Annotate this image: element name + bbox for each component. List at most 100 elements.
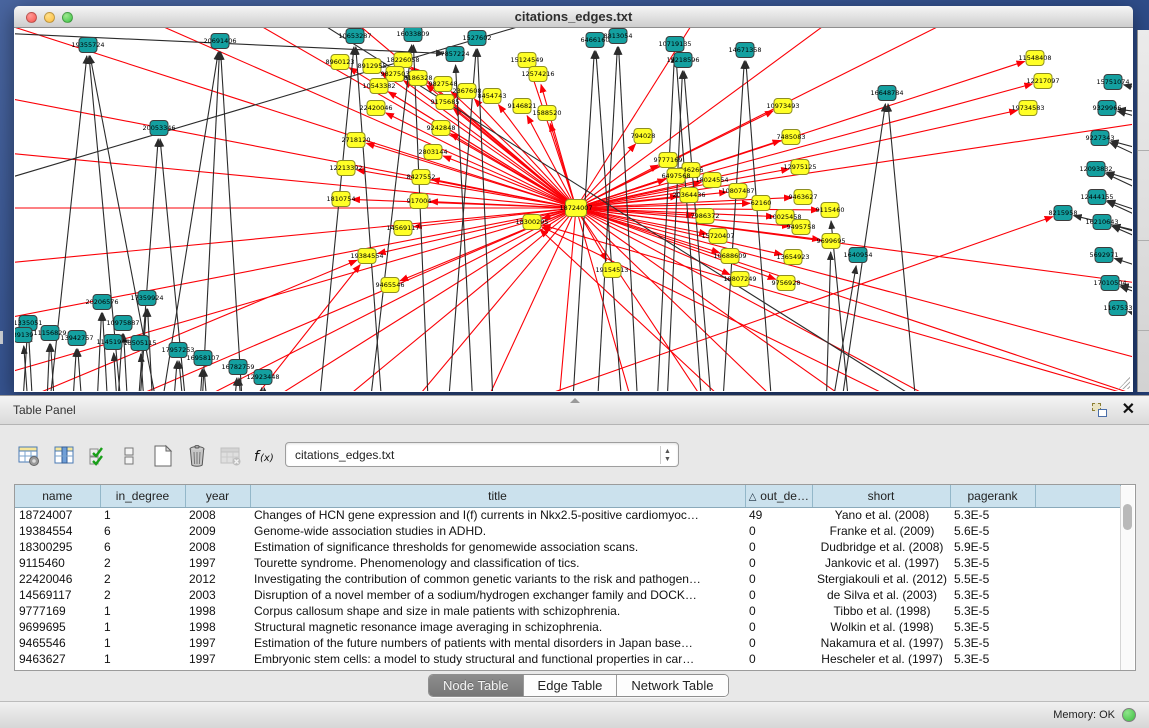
- window-titlebar[interactable]: citations_edges.txt: [14, 6, 1133, 28]
- table-cell[interactable]: 0: [745, 571, 812, 587]
- table-cell[interactable]: 5.6E-5: [950, 523, 1035, 539]
- table-cell[interactable]: 2008: [185, 539, 250, 555]
- table-row[interactable]: 946362711997Embryonic stem cells: a mode…: [15, 651, 1120, 667]
- memory-status-indicator[interactable]: [1122, 708, 1136, 722]
- table-cell[interactable]: Embryonic stem cells: a model to study s…: [250, 651, 745, 667]
- table-cell[interactable]: Stergiakouli et al. (2012): [812, 571, 950, 587]
- table-cell[interactable]: [1035, 507, 1120, 523]
- graph-node-9242848[interactable]: 9242848: [427, 121, 456, 136]
- table-cell[interactable]: 1: [100, 651, 185, 667]
- table-cell[interactable]: 1998: [185, 619, 250, 635]
- graph-node-39139[interactable]: 39139: [15, 328, 33, 343]
- float-panel-icon[interactable]: [1092, 403, 1107, 417]
- table-cell[interactable]: 49: [745, 507, 812, 523]
- table-cell[interactable]: Investigating the contribution of common…: [250, 571, 745, 587]
- unselect-rows-icon[interactable]: [114, 440, 144, 472]
- table-row[interactable]: 946554611997Estimation of the future num…: [15, 635, 1120, 651]
- table-cell[interactable]: [1035, 539, 1120, 555]
- table-cell[interactable]: [1035, 603, 1120, 619]
- table-cell[interactable]: Yano et al. (2008): [812, 507, 950, 523]
- table-cell[interactable]: Jankovic et al. (1997): [812, 555, 950, 571]
- graph-node-917004[interactable]: 917004: [407, 194, 432, 209]
- graph-node-10719135[interactable]: 10719135: [658, 37, 691, 52]
- table-cell[interactable]: 0: [745, 635, 812, 651]
- graph-node-12213392[interactable]: 12213392: [329, 161, 362, 176]
- select-all-rows-icon[interactable]: [84, 440, 114, 472]
- table-cell[interactable]: 5.3E-5: [950, 603, 1035, 619]
- graph-node-8454743[interactable]: 8454743: [478, 89, 507, 104]
- table-cell[interactable]: Genome-wide association studies in ADHD.: [250, 523, 745, 539]
- table-cell[interactable]: 22420046: [15, 571, 100, 587]
- table-cell[interactable]: [1035, 635, 1120, 651]
- table-cell[interactable]: 5.3E-5: [950, 555, 1035, 571]
- graph-node-9756928[interactable]: 9756928: [772, 276, 801, 291]
- network-graph-canvas[interactable]: 1872400789601238912955182260589827503105…: [15, 28, 1132, 391]
- table-cell[interactable]: [1035, 571, 1120, 587]
- table-cell[interactable]: 9463627: [15, 651, 100, 667]
- table-cell[interactable]: 6: [100, 539, 185, 555]
- graph-node-1167533[interactable]: 1167533: [1104, 301, 1132, 316]
- table-cell[interactable]: Corpus callosum shape and size in male p…: [250, 603, 745, 619]
- graph-node-15720407[interactable]: 15720407: [701, 229, 734, 244]
- table-row[interactable]: 1872400712008Changes of HCN gene express…: [15, 507, 1120, 523]
- table-cell[interactable]: Tourette syndrome. Phenomenology and cla…: [250, 555, 745, 571]
- graph-node-12923448[interactable]: 12923448: [246, 370, 279, 385]
- column-header-pagerank[interactable]: pagerank: [950, 485, 1035, 507]
- table-cell[interactable]: Nakamura et al. (1997): [812, 635, 950, 651]
- graph-node-16648784[interactable]: 16648784: [870, 86, 903, 101]
- table-cell[interactable]: 1: [100, 507, 185, 523]
- table-cell[interactable]: 5.3E-5: [950, 507, 1035, 523]
- table-cell[interactable]: 19384554: [15, 523, 100, 539]
- table-cell[interactable]: Estimation of significance thresholds fo…: [250, 539, 745, 555]
- table-cell[interactable]: 1997: [185, 635, 250, 651]
- graph-node-9463627[interactable]: 9463627: [789, 190, 818, 205]
- table-cell[interactable]: 2: [100, 587, 185, 603]
- graph-node-62160[interactable]: 62160: [751, 196, 772, 211]
- table-cell[interactable]: Structural magnetic resonance image aver…: [250, 619, 745, 635]
- table-row[interactable]: 1456911722003Disruption of a novel membe…: [15, 587, 1120, 603]
- splitter-handle-icon[interactable]: [570, 398, 580, 403]
- delete-rows-icon[interactable]: [182, 440, 212, 472]
- table-cell[interactable]: Disruption of a novel member of a sodium…: [250, 587, 745, 603]
- table-row[interactable]: 2242004622012Investigating the contribut…: [15, 571, 1120, 587]
- table-cell[interactable]: 0: [745, 523, 812, 539]
- graph-node-7485083[interactable]: 7485083: [777, 130, 806, 145]
- graph-node-1588520[interactable]: 1588520: [533, 106, 562, 121]
- table-cell[interactable]: Hescheler et al. (1997): [812, 651, 950, 667]
- table-selector-dropdown[interactable]: citations_edges.txt ▲▼: [285, 442, 679, 467]
- graph-node-15124549[interactable]: 15124549: [510, 53, 543, 68]
- table-cell[interactable]: 2: [100, 555, 185, 571]
- column-header-title[interactable]: title: [250, 485, 745, 507]
- graph-node-5692971[interactable]: 5692971: [1090, 248, 1119, 263]
- table-cell[interactable]: 2003: [185, 587, 250, 603]
- table-cell[interactable]: [1035, 555, 1120, 571]
- column-header-year[interactable]: year: [185, 485, 250, 507]
- graph-node-1527602[interactable]: 1527602: [463, 31, 492, 46]
- table-cell[interactable]: 18300295: [15, 539, 100, 555]
- close-panel-icon[interactable]: ✕: [1122, 400, 1135, 420]
- graph-node-794028[interactable]: 794028: [631, 129, 656, 144]
- table-cell[interactable]: 0: [745, 603, 812, 619]
- tab-network-table[interactable]: Network Table: [617, 675, 727, 696]
- table-cell[interactable]: Estimation of the future numbers of pati…: [250, 635, 745, 651]
- table-cell[interactable]: 5.3E-5: [950, 619, 1035, 635]
- table-cell[interactable]: 5.3E-5: [950, 651, 1035, 667]
- table-vertical-scrollbar[interactable]: [1120, 486, 1134, 670]
- table-cell[interactable]: 9777169: [15, 603, 100, 619]
- table-cell[interactable]: 2008: [185, 507, 250, 523]
- graph-node-1810754[interactable]: 1810754: [327, 192, 356, 207]
- graph-node-20206576[interactable]: 20206576: [85, 295, 118, 310]
- table-cell[interactable]: 2012: [185, 571, 250, 587]
- table-cell[interactable]: 2009: [185, 523, 250, 539]
- table-cell[interactable]: 18724007: [15, 507, 100, 523]
- table-cell[interactable]: 9115460: [15, 555, 100, 571]
- column-header-name[interactable]: name: [15, 485, 100, 507]
- graph-node-13654923[interactable]: 13654923: [776, 250, 809, 265]
- table-cell[interactable]: 9699695: [15, 619, 100, 635]
- graph-node-20053346[interactable]: 20053346: [142, 121, 175, 136]
- column-header-out_de…[interactable]: △out_de…: [745, 485, 812, 507]
- graph-node-1640954[interactable]: 1640954: [844, 248, 873, 263]
- table-cell[interactable]: Franke et al. (2009): [812, 523, 950, 539]
- column-header-filler[interactable]: [1035, 485, 1120, 507]
- citation-network-graph[interactable]: 1872400789601238912955182260589827503105…: [15, 28, 1132, 391]
